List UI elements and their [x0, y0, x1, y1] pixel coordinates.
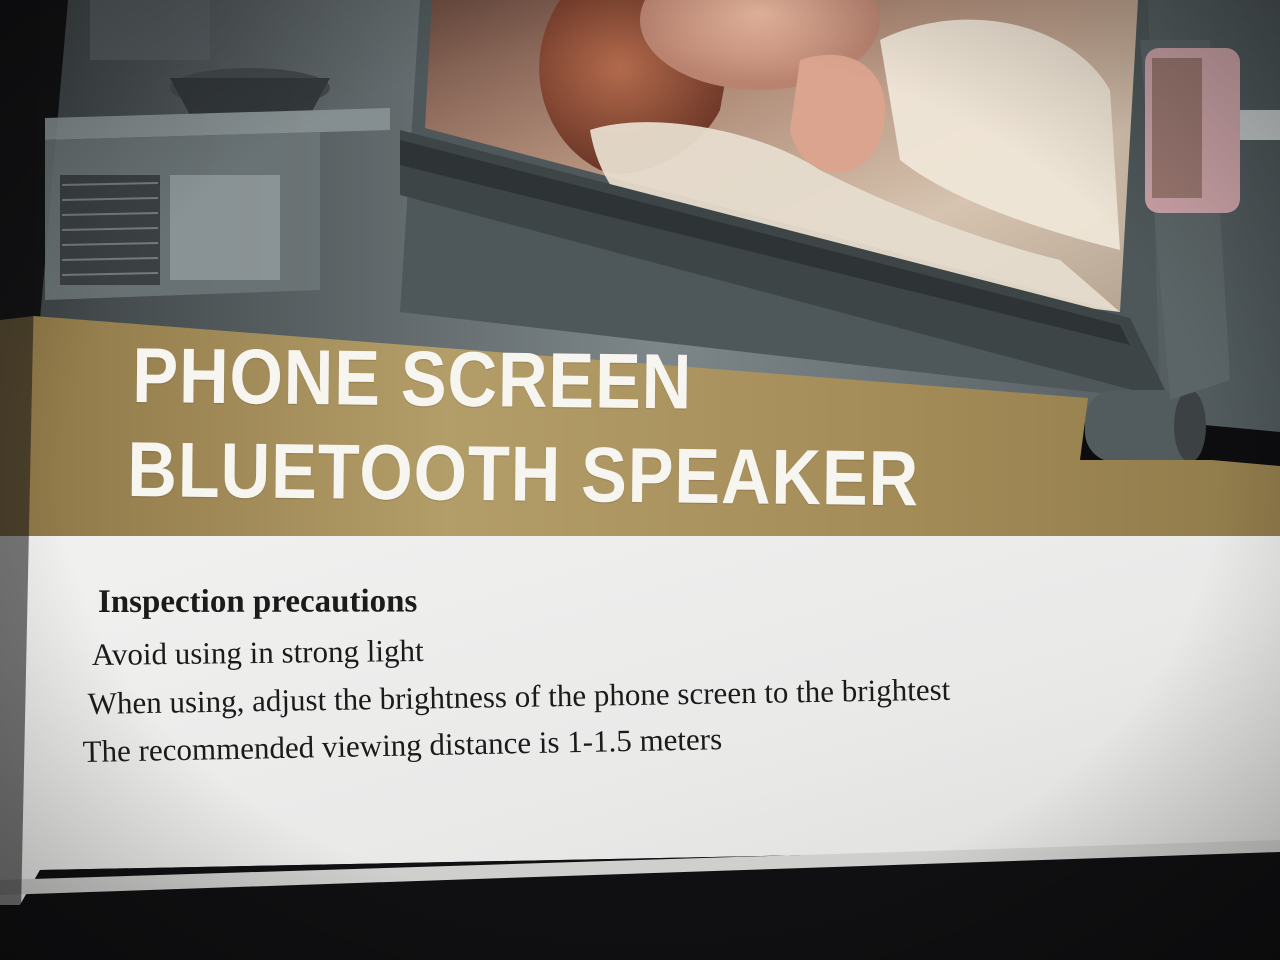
box-artwork [0, 0, 1280, 960]
product-box-photo: PHONE SCREEN BLUETOOTH SPEAKER Inspectio… [0, 0, 1280, 960]
